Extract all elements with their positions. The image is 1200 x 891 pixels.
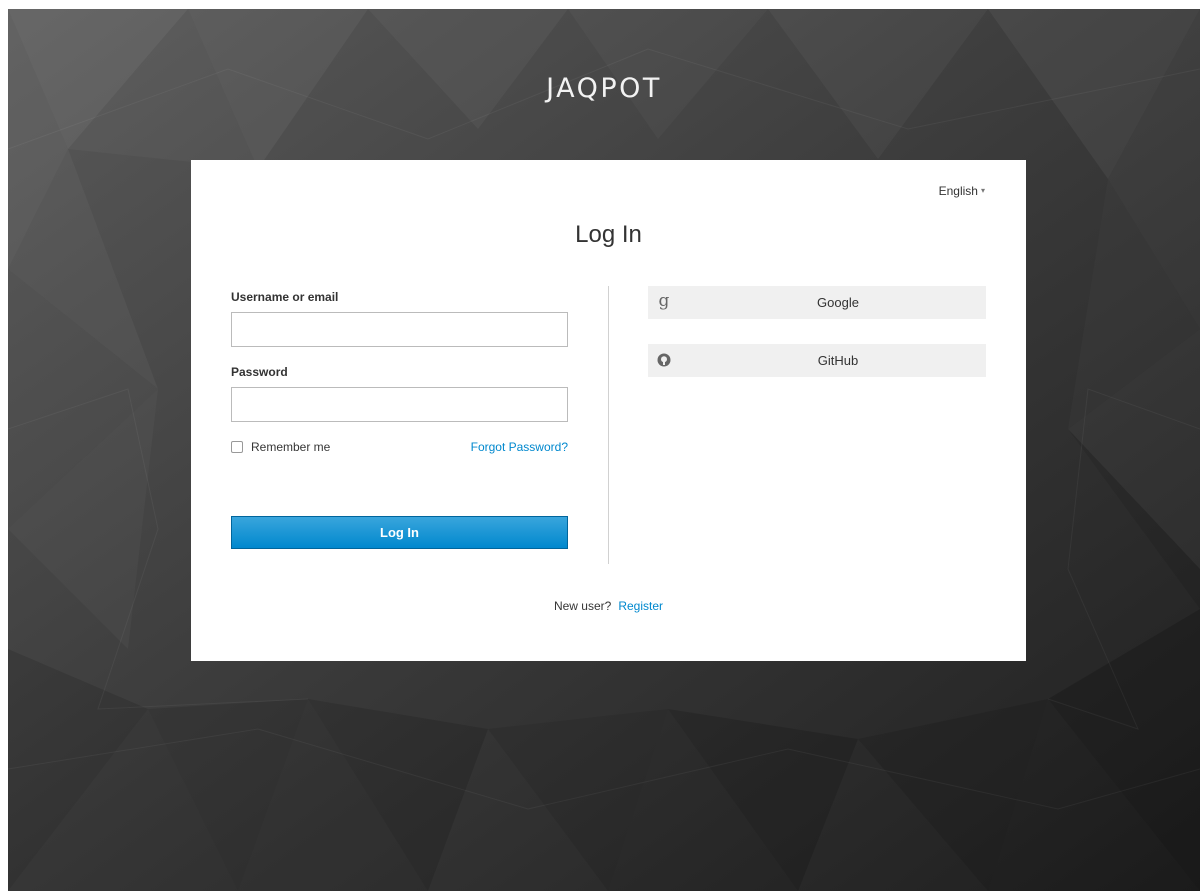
github-login-button[interactable]: GitHub xyxy=(648,344,986,377)
username-input[interactable] xyxy=(231,312,568,347)
forgot-password-link[interactable]: Forgot Password? xyxy=(471,440,568,454)
login-card: English ▾ Log In Username or email Passwo… xyxy=(191,160,1026,661)
language-selector[interactable]: English ▾ xyxy=(939,184,985,198)
language-label: English xyxy=(938,184,978,198)
remember-me-label: Remember me xyxy=(251,440,331,454)
chevron-down-icon: ▾ xyxy=(980,186,985,195)
page-background: JAQPOT English ▾ Log In Username or email… xyxy=(8,9,1200,891)
register-link[interactable]: Register xyxy=(618,599,663,613)
remember-me-checkbox[interactable] xyxy=(231,441,243,453)
password-label: Password xyxy=(231,365,288,379)
username-label: Username or email xyxy=(231,290,339,304)
vertical-divider xyxy=(608,286,609,564)
page-title: Log In xyxy=(575,221,642,248)
brand-title: JAQPOT xyxy=(546,73,662,104)
google-login-label: Google xyxy=(817,295,859,310)
remember-me[interactable]: Remember me xyxy=(231,440,330,454)
github-login-label: GitHub xyxy=(817,353,859,368)
register-prompt: New user? Register xyxy=(191,599,1026,613)
new-user-text: New user? xyxy=(553,599,612,613)
login-button[interactable]: Log In xyxy=(231,516,568,549)
password-input[interactable] xyxy=(231,387,568,422)
google-login-button[interactable]: g Google xyxy=(648,286,986,319)
